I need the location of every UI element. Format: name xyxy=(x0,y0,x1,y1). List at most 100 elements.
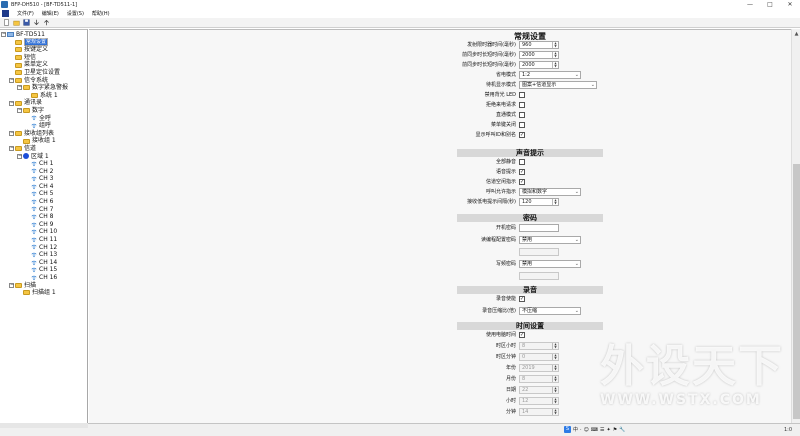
setting-checkbox[interactable]: ✓ xyxy=(519,131,525,138)
spin-arrows-icon[interactable]: ▲ ▼ xyxy=(552,342,558,349)
tree-node[interactable]: 系统 1 xyxy=(1,92,87,100)
read-icon[interactable] xyxy=(32,19,40,27)
tree-node[interactable]: − 区域 1 xyxy=(1,153,87,161)
ime-indicator-icon[interactable]: ⚑ xyxy=(613,427,617,433)
setting-spinbox[interactable]: 8 ▲ ▼ xyxy=(519,341,559,350)
tree-node[interactable]: CH 13 xyxy=(1,251,87,259)
setting-spinbox[interactable]: 2019 ▲ ▼ xyxy=(519,363,559,372)
tree-node[interactable]: 按键定义 xyxy=(1,46,87,54)
setting-spinbox[interactable]: 960 ▲ ▼ xyxy=(519,40,559,49)
password-input[interactable] xyxy=(519,247,559,256)
tree-node[interactable]: 全呼 xyxy=(1,115,87,123)
tree-node[interactable]: CH 3 xyxy=(1,175,87,183)
tree-node[interactable]: 组呼 xyxy=(1,122,87,130)
open-icon[interactable] xyxy=(12,19,20,27)
ime-indicator-icon[interactable]: ⌨ xyxy=(591,427,598,433)
setting-select[interactable]: 禁用 ⌄ xyxy=(519,235,581,244)
ime-indicator-icon[interactable]: 🔧 xyxy=(619,427,625,433)
setting-spinbox[interactable]: 120 ▲ ▼ xyxy=(519,197,559,206)
spin-arrows-icon[interactable]: ▲ ▼ xyxy=(552,364,558,371)
spin-arrows-icon[interactable]: ▲ ▼ xyxy=(552,408,558,415)
collapse-toggle-icon[interactable]: − xyxy=(17,108,22,114)
tree-node[interactable]: CH 16 xyxy=(1,274,87,282)
setting-checkbox[interactable]: ✓ xyxy=(519,295,525,302)
scrollbar-thumb[interactable] xyxy=(793,164,800,419)
collapse-toggle-icon[interactable]: − xyxy=(1,32,6,38)
tree-node[interactable]: CH 8 xyxy=(1,213,87,221)
setting-spinbox[interactable]: 22 ▲ ▼ xyxy=(519,385,559,394)
tree-node[interactable]: 菜单定义 xyxy=(1,61,87,69)
tree-node[interactable]: CH 15 xyxy=(1,266,87,274)
maximize-button[interactable]: □ xyxy=(760,0,780,9)
new-icon[interactable] xyxy=(2,19,10,27)
setting-spinbox[interactable]: 12 ▲ ▼ xyxy=(519,396,559,405)
tree-node[interactable]: 接收组 1 xyxy=(1,137,87,145)
setting-checkbox[interactable] xyxy=(519,91,525,98)
tree-node[interactable]: CH 7 xyxy=(1,206,87,214)
password-input[interactable] xyxy=(519,223,559,232)
setting-spinbox[interactable]: 2000 ▲ ▼ xyxy=(519,60,559,69)
tree-node[interactable]: CH 10 xyxy=(1,228,87,236)
ime-indicator-icon[interactable]: 中 xyxy=(573,426,578,433)
ime-indicator-icon[interactable]: ☰ xyxy=(600,427,604,433)
tree-node[interactable]: CH 14 xyxy=(1,259,87,267)
write-icon[interactable] xyxy=(42,19,50,27)
menu-settings[interactable]: 设置(S) xyxy=(67,10,84,17)
tree-node[interactable]: CH 1 xyxy=(1,160,87,168)
setting-select[interactable]: 模拟和数字 ⌄ xyxy=(519,187,581,196)
collapse-toggle-icon[interactable]: − xyxy=(9,131,14,137)
ime-indicator-icon[interactable]: ✦ xyxy=(607,427,611,433)
setting-spinbox[interactable]: 0 ▲ ▼ xyxy=(519,352,559,361)
setting-checkbox[interactable] xyxy=(519,111,525,118)
tree-node[interactable]: − 通讯录 xyxy=(1,99,87,107)
tree-node[interactable]: CH 12 xyxy=(1,244,87,252)
tree-node[interactable]: CH 4 xyxy=(1,183,87,191)
tree-node[interactable]: − 数字紧急警报 xyxy=(1,84,87,92)
system-menu-icon[interactable] xyxy=(2,10,9,17)
spin-arrows-icon[interactable]: ▲ ▼ xyxy=(552,51,558,58)
tree-node[interactable]: CH 2 xyxy=(1,168,87,176)
setting-spinbox[interactable]: 14 ▲ ▼ xyxy=(519,407,559,416)
menu-help[interactable]: 帮助(H) xyxy=(92,10,110,17)
setting-checkbox[interactable] xyxy=(519,158,525,165)
collapse-toggle-icon[interactable]: − xyxy=(9,146,14,152)
spin-arrows-icon[interactable]: ▲ ▼ xyxy=(552,353,558,360)
collapse-toggle-icon[interactable]: − xyxy=(9,100,14,106)
setting-select[interactable]: 图案+信道显示 ⌄ xyxy=(519,80,597,89)
tree-node[interactable]: 扫描组 1 xyxy=(1,289,87,297)
setting-checkbox[interactable] xyxy=(519,101,525,108)
spin-arrows-icon[interactable]: ▲ ▼ xyxy=(552,375,558,382)
setting-spinbox[interactable]: 2000 ▲ ▼ xyxy=(519,50,559,59)
tree-node[interactable]: − 信道 xyxy=(1,145,87,153)
menu-file[interactable]: 文件(F) xyxy=(17,10,34,17)
collapse-toggle-icon[interactable]: − xyxy=(9,282,14,288)
collapse-toggle-icon[interactable]: − xyxy=(17,85,22,91)
tree-node[interactable]: CH 5 xyxy=(1,190,87,198)
spin-arrows-icon[interactable]: ▲ ▼ xyxy=(552,386,558,393)
ime-indicator-icon[interactable]: S xyxy=(564,426,571,433)
scroll-up-arrow-icon[interactable]: ▲ xyxy=(792,29,800,38)
vertical-scrollbar[interactable]: ▲ xyxy=(791,29,800,423)
setting-checkbox[interactable] xyxy=(519,121,525,128)
ime-indicator-icon[interactable]: · xyxy=(580,427,582,433)
spin-arrows-icon[interactable]: ▲ ▼ xyxy=(552,61,558,68)
close-button[interactable]: ✕ xyxy=(780,0,800,9)
setting-checkbox[interactable]: ✓ xyxy=(519,178,525,185)
setting-checkbox[interactable]: ✓ xyxy=(519,331,525,338)
collapse-toggle-icon[interactable]: − xyxy=(17,153,22,159)
setting-select[interactable]: 1:2 ⌄ xyxy=(519,70,581,79)
tree-node[interactable]: CH 11 xyxy=(1,236,87,244)
setting-checkbox[interactable]: ✓ xyxy=(519,168,525,175)
setting-select[interactable]: 禁用 ⌄ xyxy=(519,259,581,268)
spin-arrows-icon[interactable]: ▲ ▼ xyxy=(552,41,558,48)
tree-horizontal-scrollbar[interactable] xyxy=(0,423,88,428)
save-icon[interactable] xyxy=(22,19,30,27)
ime-indicator-icon[interactable]: ☺ xyxy=(584,427,589,433)
password-input[interactable] xyxy=(519,271,559,280)
menu-edit[interactable]: 编辑(E) xyxy=(42,10,59,17)
setting-select[interactable]: 不压缩 ⌄ xyxy=(519,306,581,315)
tree-node[interactable]: CH 9 xyxy=(1,221,87,229)
tree-node[interactable]: 卫星定位设置 xyxy=(1,69,87,77)
minimize-button[interactable]: — xyxy=(740,0,760,9)
spin-arrows-icon[interactable]: ▲ ▼ xyxy=(552,397,558,404)
